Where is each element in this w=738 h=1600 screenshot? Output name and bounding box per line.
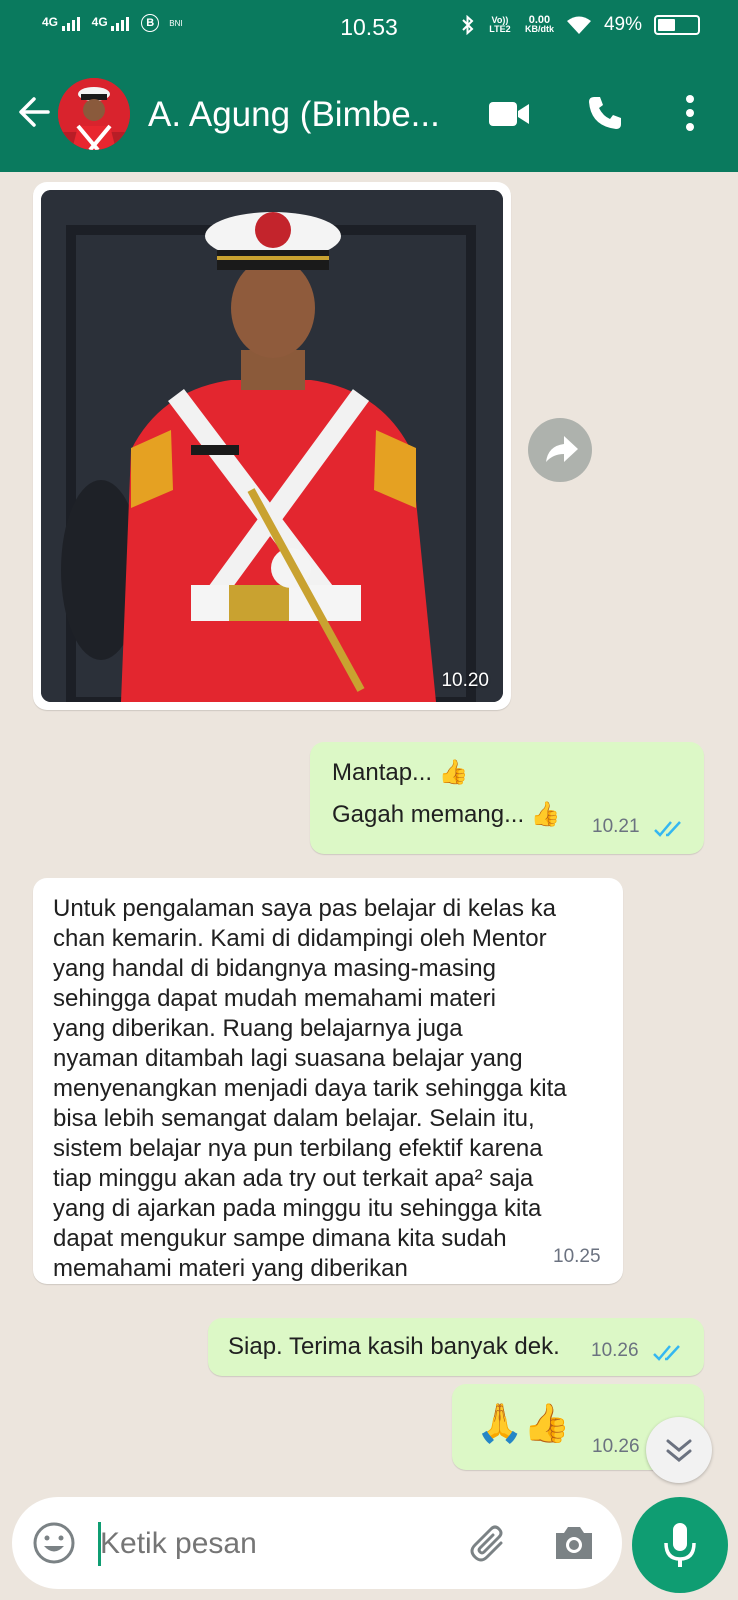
message-line: nyaman ditambah lagi suasana belajar yan… bbox=[53, 1045, 523, 1072]
scroll-to-bottom-button[interactable] bbox=[646, 1417, 712, 1483]
battery-icon bbox=[654, 15, 700, 35]
double-chevron-down-icon bbox=[666, 1439, 692, 1462]
image-message[interactable]: 10.20 bbox=[33, 182, 511, 710]
read-ticks-icon bbox=[653, 1345, 680, 1361]
back-arrow-icon[interactable] bbox=[16, 94, 52, 130]
message-text: Siap. Terima kasih banyak dek. bbox=[228, 1333, 560, 1360]
forward-button-icon[interactable] bbox=[528, 418, 592, 482]
message-line: chan kemarin. Kami di didampingi oleh Me… bbox=[53, 925, 547, 952]
message-time: 10.21 bbox=[592, 816, 640, 837]
message-composer bbox=[12, 1497, 622, 1589]
read-ticks-icon bbox=[654, 821, 681, 837]
message-line: Mantap... 👍 bbox=[332, 759, 469, 786]
bluetooth-icon bbox=[462, 15, 474, 35]
photo-image bbox=[41, 190, 503, 702]
battery-fill bbox=[658, 19, 675, 31]
message-photo[interactable]: 10.20 bbox=[41, 190, 503, 702]
message-line: yang diberikan. Ruang belajarnya juga bbox=[53, 1015, 463, 1042]
voice-call-icon[interactable] bbox=[586, 94, 624, 132]
network-speed: 0.00 KB/dtk bbox=[524, 15, 554, 34]
camera-icon[interactable] bbox=[552, 1523, 596, 1563]
message-time: 10.20 bbox=[441, 670, 489, 691]
message-input[interactable] bbox=[98, 1519, 462, 1569]
attach-icon[interactable] bbox=[467, 1521, 511, 1565]
mic-button[interactable] bbox=[632, 1497, 728, 1593]
incoming-message[interactable]: Untuk pengalaman saya pas belajar di kel… bbox=[33, 878, 623, 1284]
message-line: yang di ajarkan pada minggu itu sehingga… bbox=[53, 1195, 542, 1222]
emoji-icon[interactable] bbox=[32, 1521, 76, 1565]
message-line: Gagah memang... 👍 bbox=[332, 801, 561, 828]
chat-area[interactable]: 10.20 Mantap... 👍 Gagah memang... 👍 10.2… bbox=[0, 172, 738, 1500]
battery-percent: 49% bbox=[603, 14, 642, 35]
message-line: yang handal di bidangnya masing-masing bbox=[53, 955, 496, 982]
contact-avatar[interactable] bbox=[58, 78, 130, 150]
status-bar: 4G 4G B BNI 10.53 Vo)) LTE2 0.00 KB/dtk … bbox=[0, 0, 738, 58]
message-body: Untuk pengalaman saya pas belajar di kel… bbox=[53, 894, 567, 1284]
message-line: Untuk pengalaman saya pas belajar di kel… bbox=[53, 895, 556, 922]
message-line: bisa lebih semangat dalam belajar. Selai… bbox=[53, 1105, 535, 1132]
chat-header: A. Agung (Bimbe... bbox=[0, 58, 738, 172]
speed-unit: KB/dtk bbox=[524, 24, 554, 34]
avatar-image bbox=[58, 78, 130, 150]
outgoing-message[interactable]: Mantap... 👍 Gagah memang... 👍 10.21 bbox=[310, 742, 704, 854]
video-call-icon[interactable] bbox=[487, 98, 531, 130]
text-cursor bbox=[98, 1522, 101, 1566]
volte-indicator: Vo)) LTE2 bbox=[489, 15, 511, 34]
message-line: menyenangkan menjadi daya tarik sehingga… bbox=[53, 1075, 567, 1102]
message-line: sistem belajar nya pun terbilang efektif… bbox=[53, 1135, 543, 1162]
message-time: 10.25 bbox=[553, 1246, 601, 1267]
message-time: 10.26 bbox=[592, 1436, 640, 1457]
outgoing-message[interactable]: Siap. Terima kasih banyak dek. 10.26 bbox=[208, 1318, 704, 1376]
more-vert-icon[interactable] bbox=[684, 94, 696, 132]
status-right: Vo)) LTE2 0.00 KB/dtk 49% bbox=[461, 14, 700, 36]
message-line: dapat mengukur sampe dimana kita sudah bbox=[53, 1225, 507, 1252]
message-time: 10.26 bbox=[591, 1340, 639, 1361]
message-line: sehingga dapat mudah memahami materi bbox=[53, 985, 496, 1012]
mic-icon bbox=[664, 1523, 696, 1567]
message-line: tiap minggu akan ada try out terkait apa… bbox=[53, 1165, 534, 1192]
wifi-icon bbox=[566, 16, 591, 34]
contact-name[interactable]: A. Agung (Bimbe... bbox=[148, 95, 440, 135]
message-line: memahami materi yang diberikan bbox=[53, 1255, 408, 1282]
message-text: 🙏👍 bbox=[476, 1403, 571, 1445]
